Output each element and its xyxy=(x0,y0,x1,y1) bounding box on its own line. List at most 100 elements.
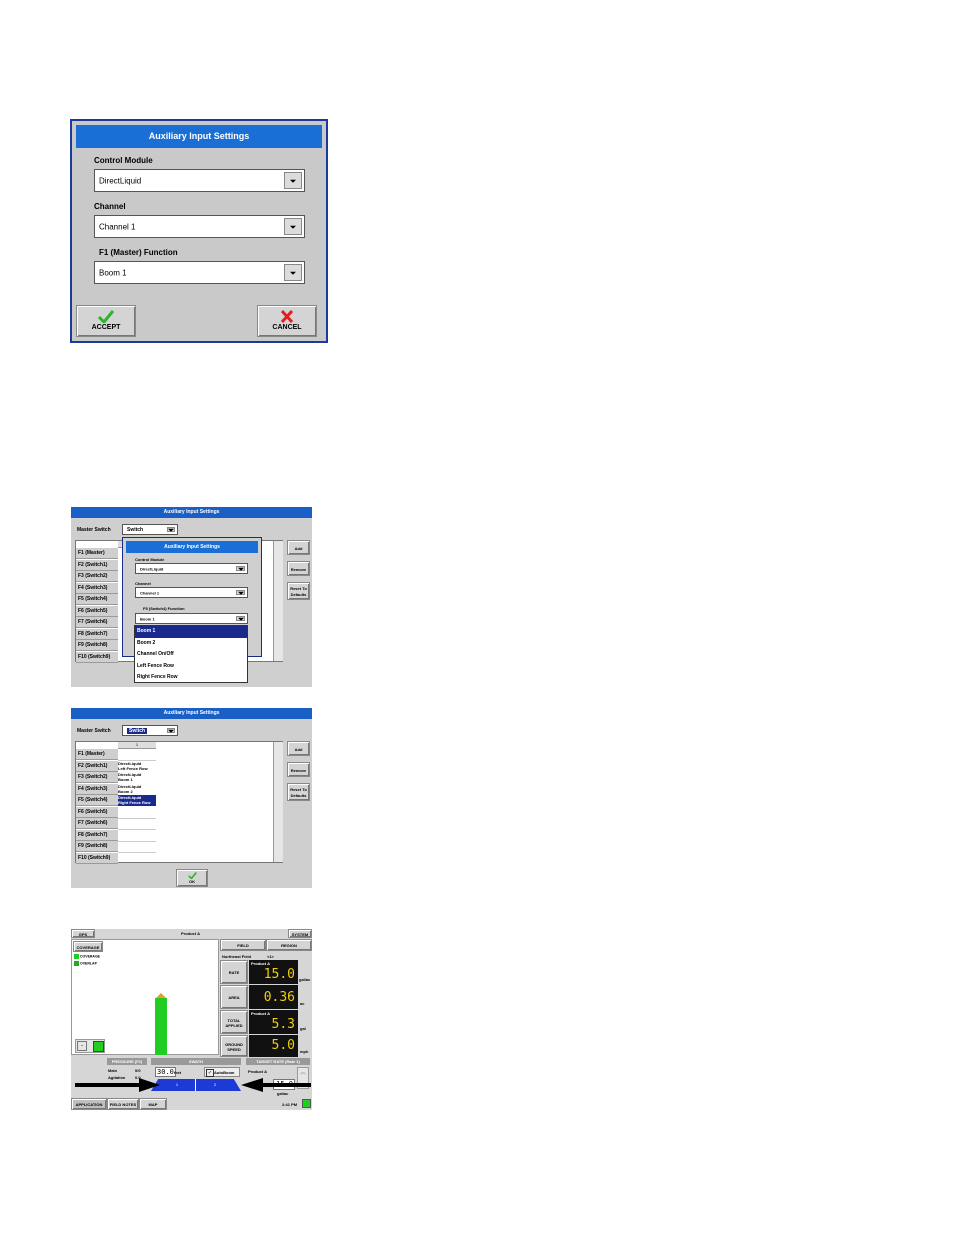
control-module-select[interactable]: DirectLiquid xyxy=(135,563,248,574)
autoboom-label: AutoBoom xyxy=(214,1070,235,1075)
table-cell[interactable]: DirectLiquid Boom 2 xyxy=(118,784,156,795)
channel-select[interactable]: Channel 1 xyxy=(135,587,248,598)
accept-button[interactable]: ACCEPT xyxy=(76,305,136,337)
chevron-down-icon[interactable] xyxy=(284,218,302,235)
section-bar: 1 2 xyxy=(151,1079,241,1091)
table-cell[interactable] xyxy=(118,818,156,830)
tab-application[interactable]: APPLICATION xyxy=(71,1098,107,1110)
total-applied-product: Product A xyxy=(251,1011,270,1016)
total-applied-button[interactable]: TOTAL APPLIED xyxy=(220,1010,248,1034)
aux-input-table-screen: Auxiliary Input Settings Master Switch S… xyxy=(71,708,312,888)
control-module-label: Control Module xyxy=(135,557,165,562)
popup-title: Auxiliary Input Settings xyxy=(126,541,258,553)
legend-swatch xyxy=(74,954,79,959)
function-value: Boom 1 xyxy=(140,616,155,621)
coverage-button[interactable]: COVERAGE xyxy=(73,941,103,952)
ok-button[interactable]: OK xyxy=(176,869,208,887)
gps-button[interactable]: GPS xyxy=(71,929,95,938)
coverage-strip xyxy=(155,998,167,1055)
area-button[interactable]: AREA xyxy=(220,985,248,1009)
legend-label: COVERAGE xyxy=(79,954,101,959)
pressure-main-value: 0/0 xyxy=(135,1068,141,1073)
target-rate-product: Product A xyxy=(248,1069,267,1074)
map-zoom-controls[interactable]: - xyxy=(75,1039,105,1053)
table-cell[interactable]: DirectLiquid Right Fence Row xyxy=(118,795,156,806)
autoboom-checkbox[interactable]: ✓ AutoBoom xyxy=(204,1067,240,1077)
remove-button[interactable]: Remove xyxy=(287,561,310,576)
screen-title: Auxiliary Input Settings xyxy=(71,507,312,518)
tab-map[interactable]: MAP xyxy=(139,1098,167,1110)
channel-select[interactable]: Channel 1 xyxy=(94,215,305,238)
section-1-button[interactable]: 1 xyxy=(159,1079,196,1091)
channel-value: Channel 1 xyxy=(99,222,136,231)
table-cell[interactable] xyxy=(118,841,156,853)
table-cell[interactable] xyxy=(118,853,156,864)
row-label: F2 (Switch1) xyxy=(76,559,118,571)
total-applied-value: 5.3 xyxy=(271,1017,295,1032)
chevron-down-icon[interactable] xyxy=(236,590,245,595)
channel-value: Channel 1 xyxy=(140,590,160,595)
channel-label: Channel xyxy=(135,581,151,586)
remove-button[interactable]: Remove xyxy=(287,762,310,777)
ground-speed-display: 5.0 xyxy=(249,1035,298,1057)
function-select[interactable]: Boom 1 xyxy=(94,261,305,284)
row-label: F1 (Master) xyxy=(76,749,118,760)
dropdown-option[interactable]: Left Fence Row xyxy=(135,661,247,673)
legend-item: OVERLAP xyxy=(74,961,97,966)
chevron-down-icon[interactable] xyxy=(284,264,302,281)
reset-to-defaults-button[interactable]: Reset To Defaults xyxy=(287,582,310,600)
checkbox-checked-icon: ✓ xyxy=(206,1069,214,1077)
dropdown-option[interactable]: Channel On/Off xyxy=(135,649,247,661)
dropdown-option[interactable]: Right Fence Row xyxy=(135,672,247,684)
function-select[interactable]: Boom 1 xyxy=(135,613,248,624)
row-label: F3 (Switch2) xyxy=(76,772,118,783)
section-2-button[interactable]: 2 xyxy=(197,1079,233,1091)
tab-field-notes[interactable]: FIELD NOTES xyxy=(107,1098,139,1110)
application-run-screen: GPS Product A SYSTEM COVERAGE COVERAGE O… xyxy=(71,929,312,1110)
vertical-scrollbar[interactable] xyxy=(273,541,283,661)
chevron-down-icon[interactable] xyxy=(236,566,245,571)
control-module-select[interactable]: DirectLiquid xyxy=(94,169,305,192)
add-button[interactable]: Add xyxy=(287,741,310,756)
master-switch-value: Switch xyxy=(127,526,144,533)
map-area[interactable]: COVERAGE COVERAGE OVERLAP - xyxy=(71,939,219,1055)
function-table: 1 F1 (Master) F2 (Switch1) DirectLiquid L… xyxy=(75,741,283,864)
chevron-down-icon[interactable] xyxy=(236,616,245,621)
chevron-down-icon[interactable] xyxy=(167,728,175,733)
checkmark-icon xyxy=(187,872,197,879)
region-button[interactable]: REGION xyxy=(266,939,312,951)
layers-icon[interactable] xyxy=(93,1041,104,1052)
target-rate-header: TARGET RATE (Rate 1) xyxy=(246,1058,310,1065)
table-cell[interactable]: DirectLiquid Boom 1 xyxy=(118,772,156,783)
chevron-down-icon[interactable] xyxy=(167,527,175,532)
table-cell[interactable] xyxy=(118,749,156,761)
field-button[interactable]: FIELD xyxy=(220,939,266,951)
row-label: F5 (Switch4) xyxy=(76,594,118,605)
add-button[interactable]: Add xyxy=(287,540,310,555)
rate-button[interactable]: RATE xyxy=(220,960,248,984)
row-label: F8 (Switch7) xyxy=(76,628,118,640)
table-cell[interactable]: DirectLiquid Left Fence Row xyxy=(118,761,156,772)
master-switch-select[interactable]: Switch xyxy=(122,725,178,736)
table-cell[interactable] xyxy=(118,830,156,842)
zoom-out-icon[interactable]: - xyxy=(77,1041,87,1051)
row-label: F7 (Switch6) xyxy=(76,818,118,829)
system-button[interactable]: SYSTEM xyxy=(288,929,312,938)
chevron-down-icon[interactable] xyxy=(284,172,302,189)
cancel-button[interactable]: CANCEL xyxy=(257,305,317,337)
dropdown-option[interactable]: Boom 1 xyxy=(135,626,247,638)
swath-unit: feet xyxy=(174,1070,182,1075)
master-switch-select[interactable]: Switch xyxy=(122,524,178,535)
vertical-scrollbar[interactable] xyxy=(273,742,283,862)
row-label: F9 (Switch8) xyxy=(76,841,118,852)
dropdown-option[interactable]: Boom 2 xyxy=(135,638,247,650)
field-name-value: <1> xyxy=(267,954,274,959)
table-cell[interactable] xyxy=(118,807,156,819)
reset-to-defaults-button[interactable]: Reset To Defaults xyxy=(287,783,310,801)
row-label: F3 (Switch2) xyxy=(76,571,118,582)
ground-speed-button[interactable]: GROUND SPEED xyxy=(220,1035,248,1057)
row-label: F7 (Switch6) xyxy=(76,617,118,628)
master-switch-label: Master Switch xyxy=(77,728,111,734)
status-indicator[interactable] xyxy=(302,1099,311,1108)
function-label: F5 (Switch4) Function xyxy=(143,606,185,611)
